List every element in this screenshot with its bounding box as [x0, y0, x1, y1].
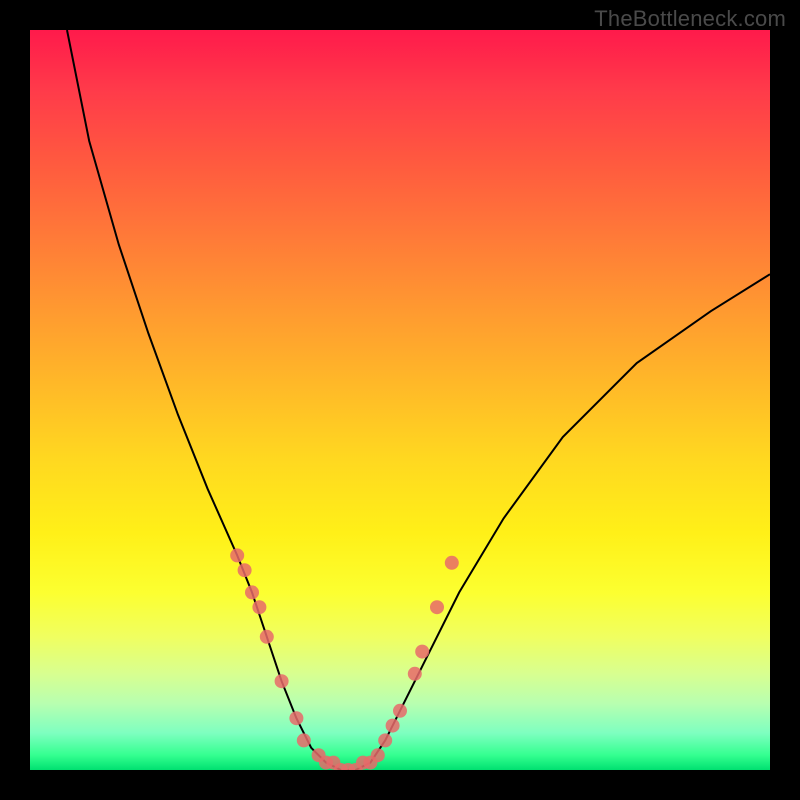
data-marker — [275, 674, 289, 688]
data-marker — [415, 645, 429, 659]
data-marker — [289, 711, 303, 725]
curve-line — [67, 30, 770, 770]
data-marker — [312, 748, 326, 762]
curve-svg — [30, 30, 770, 770]
data-marker — [238, 563, 252, 577]
data-marker — [393, 704, 407, 718]
data-marker — [386, 719, 400, 733]
data-marker — [297, 733, 311, 747]
data-marker — [230, 548, 244, 562]
plot-area — [30, 30, 770, 770]
data-marker — [356, 756, 370, 770]
data-marker — [326, 756, 340, 770]
data-marker — [334, 763, 348, 770]
data-marker — [319, 756, 333, 770]
data-marker — [349, 763, 363, 770]
data-marker — [408, 667, 422, 681]
data-marker — [260, 630, 274, 644]
data-marker — [378, 733, 392, 747]
data-marker — [341, 763, 355, 770]
data-markers — [230, 548, 459, 770]
data-marker — [245, 585, 259, 599]
bottleneck-curve — [67, 30, 770, 770]
data-marker — [371, 748, 385, 762]
chart-frame: TheBottleneck.com — [0, 0, 800, 800]
data-marker — [363, 756, 377, 770]
data-marker — [445, 556, 459, 570]
data-marker — [430, 600, 444, 614]
data-marker — [252, 600, 266, 614]
watermark-text: TheBottleneck.com — [594, 6, 786, 32]
